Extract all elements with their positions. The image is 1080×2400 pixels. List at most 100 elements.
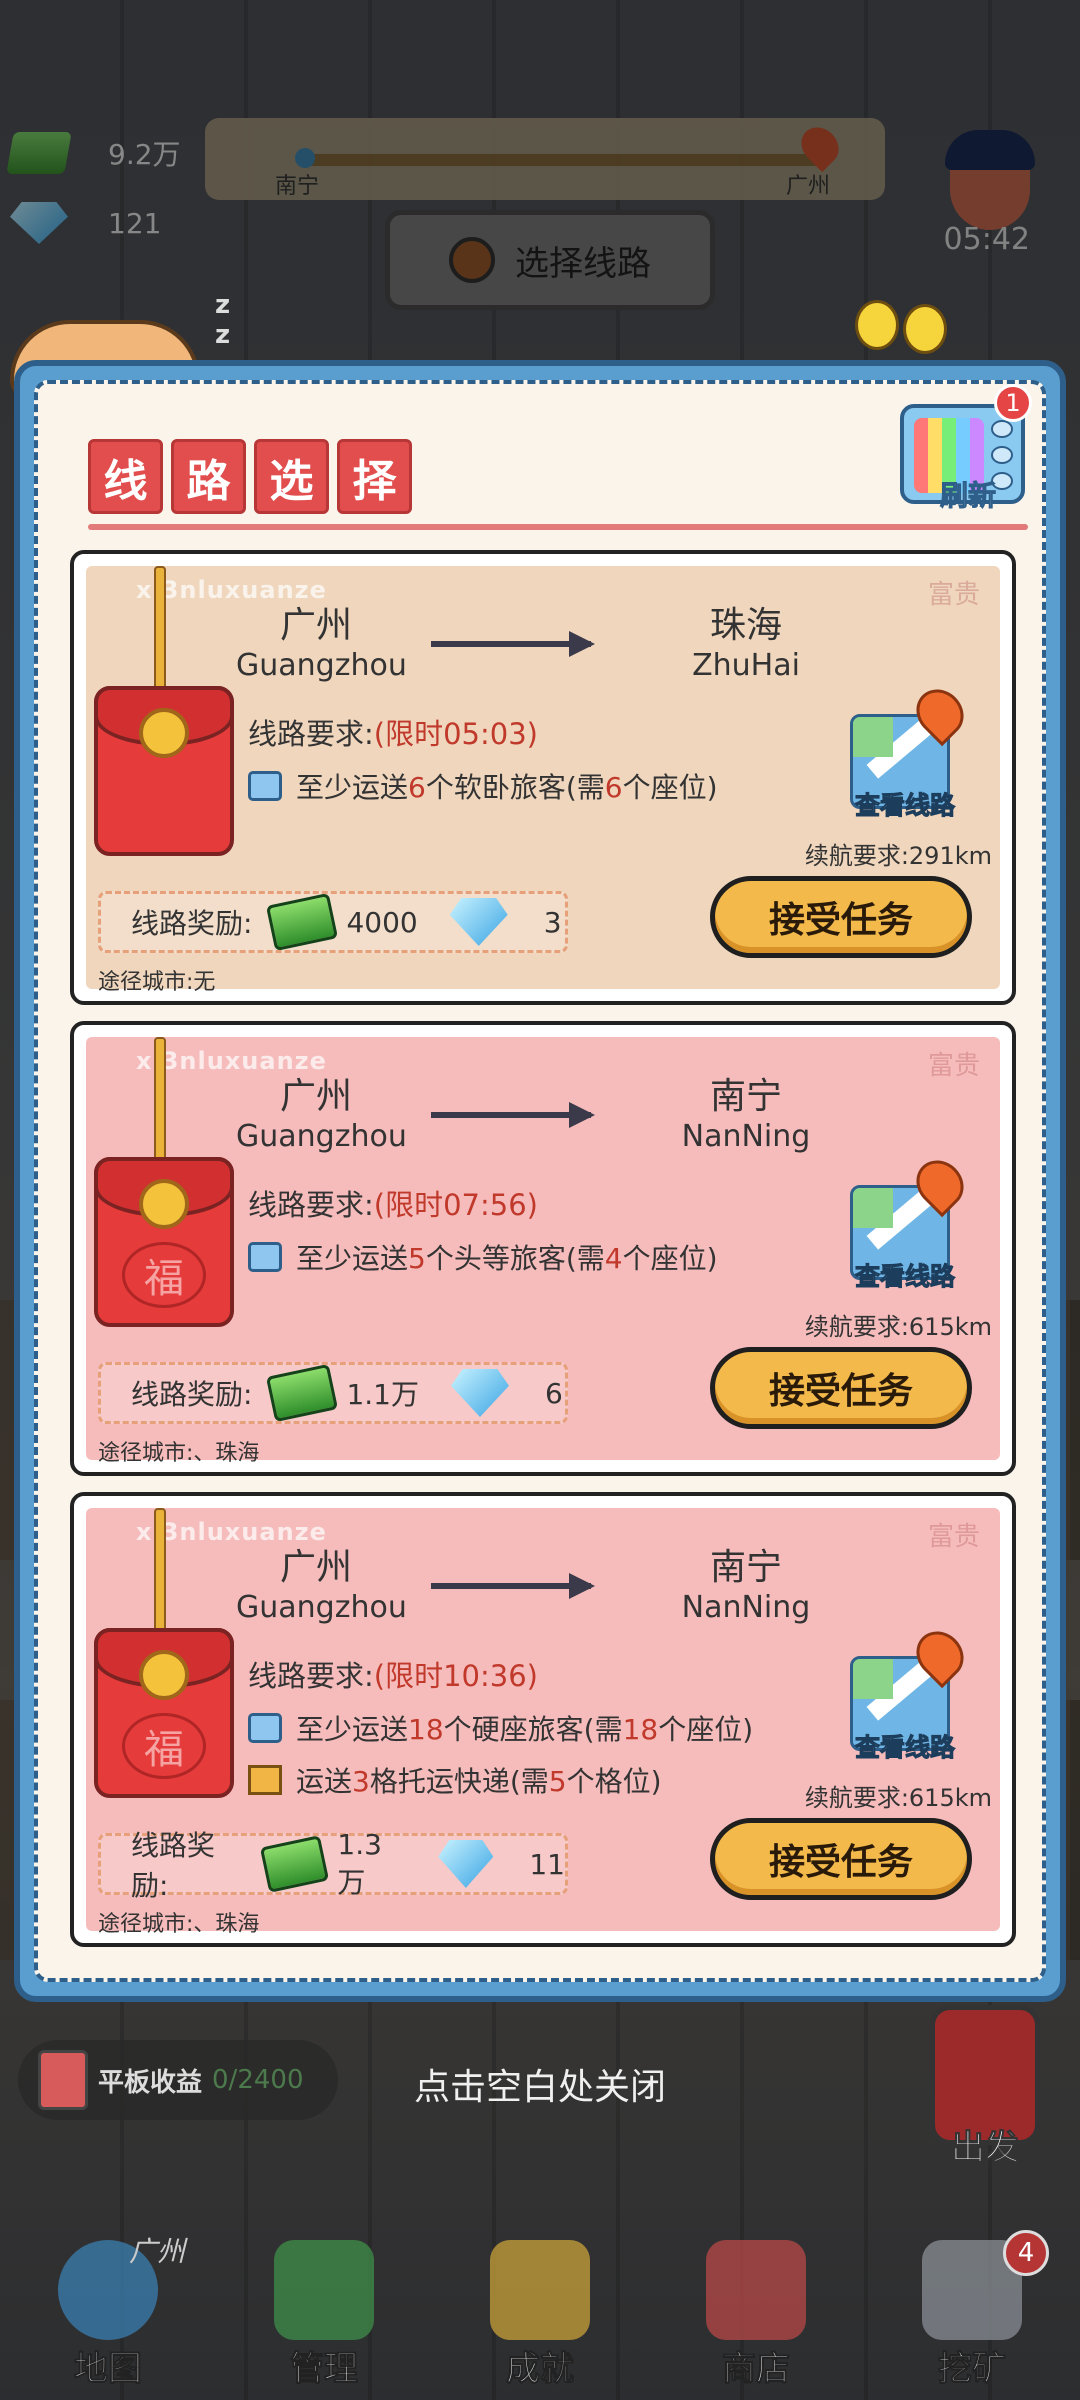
- bottom-tab-bar: 广州 地图 管理 成就 商店 4 挖矿: [0, 2210, 1080, 2400]
- origin-city: 广州 Guangzhou: [236, 1067, 407, 1154]
- reward-cash: 1.3万: [337, 1827, 382, 1899]
- title-char: 择: [337, 439, 412, 514]
- requirement-text: 运送3格托运快递(需5个格位): [296, 1760, 662, 1800]
- requirement-text: 至少运送5个头等旅客(需4个座位): [296, 1237, 718, 1277]
- fortune-envelope-icon: 福: [94, 1508, 234, 1798]
- time-limit: (限时07:56): [373, 1188, 538, 1222]
- requirement-title: 线路要求:(限时05:03): [248, 711, 538, 753]
- req-seat-count: 6: [604, 771, 623, 804]
- requirement-label: 线路要求:: [248, 717, 374, 751]
- requirement-text: 至少运送18个硬座旅客(需18个座位): [296, 1708, 753, 1748]
- tab-label: 挖矿: [938, 2349, 1007, 2390]
- req-passenger-count: 5: [408, 1242, 426, 1275]
- dialog-title: 线 路 选 择: [88, 439, 412, 514]
- via-cities: 途径城市:无: [98, 970, 216, 995]
- view-route-label: 查看线路: [854, 791, 955, 821]
- coin-icon: [139, 708, 189, 758]
- via-cities: 途径城市:、珠海: [98, 1441, 260, 1466]
- req-text: 个硬座旅客(需: [443, 1713, 623, 1746]
- req-seat-count: 4: [604, 1242, 623, 1275]
- reward-label: 线路奖励:: [131, 1829, 216, 1902]
- accept-task-button[interactable]: 接受任务: [710, 1818, 972, 1900]
- tab-achievements[interactable]: 成就: [455, 2220, 625, 2390]
- origin-city: 广州 Guangzhou: [236, 596, 407, 683]
- via-cities: 途径城市:、珠海: [98, 1912, 260, 1937]
- fu-character: 福: [122, 1713, 206, 1779]
- card-paper: xi3nluxuanze 富贵 福 广州 Guangzhou 南宁 NanNin…: [86, 1508, 1000, 1937]
- req-text: 个头等旅客(需: [425, 1242, 605, 1275]
- range-requirement: 续航要求:291km: [804, 842, 992, 870]
- tab-label: 商店: [722, 2349, 791, 2390]
- fu-character: 福: [122, 1242, 206, 1308]
- reward-label: 线路奖励:: [131, 1378, 253, 1411]
- route-card-nanning-1: xi3nluxuanze 富贵 福 广州 Guangzhou 南宁 NanNin…: [70, 1021, 1016, 1476]
- depart-label: 出发: [951, 2128, 1020, 2169]
- title-char: 线: [88, 439, 163, 514]
- depart-button[interactable]: 出发: [920, 2005, 1050, 2175]
- card-paper: xi3nluxuanze 富贵 福 广州 Guangzhou 南宁 NanNin…: [86, 1037, 1000, 1466]
- req-text: 个座位): [658, 1713, 754, 1746]
- envelope-string: [154, 566, 166, 696]
- arrow-right-icon: [431, 1102, 595, 1128]
- destination-city-en: ZhuHai: [692, 648, 800, 683]
- range-requirement: 续航要求:615km: [804, 1784, 992, 1812]
- diamond-icon: [438, 1840, 494, 1888]
- card-paper: xi3nluxuanze 富贵 广州 Guangzhou 珠海 ZhuHai 线…: [86, 566, 1000, 995]
- fortune-envelope-icon: 福: [94, 1037, 234, 1327]
- sleeper-seat-icon: [248, 771, 282, 801]
- destination-city: 南宁 NanNing: [646, 1067, 846, 1154]
- req-text: 个座位): [622, 1242, 718, 1275]
- requirement-passengers: 至少运送6个软卧旅客(需6个座位): [248, 766, 718, 806]
- tab-map[interactable]: 广州 地图: [23, 2220, 193, 2390]
- chicks-decoration: [855, 290, 965, 360]
- mining-badge: 4: [1003, 2230, 1049, 2276]
- tv-knob: [991, 446, 1013, 464]
- view-route-button[interactable]: 查看线路: [848, 679, 974, 821]
- accept-task-button[interactable]: 接受任务: [710, 1347, 972, 1429]
- reward-cash: 1.1万: [346, 1378, 419, 1411]
- tab-mining[interactable]: 4 挖矿: [887, 2220, 1057, 2390]
- destination-city: 珠海 ZhuHai: [646, 596, 846, 683]
- requirement-title: 线路要求:(限时10:36): [248, 1653, 538, 1695]
- chick-icon: [855, 300, 899, 350]
- diamond-icon: [449, 898, 508, 946]
- origin-city-cn: 广州: [279, 605, 352, 646]
- refresh-button[interactable]: 刷新 1: [900, 384, 1032, 514]
- reward-gems: 6: [544, 1376, 563, 1410]
- requirement-passengers: 至少运送18个硬座旅客(需18个座位): [248, 1708, 753, 1748]
- req-text: 格托运快递(需: [369, 1765, 549, 1798]
- current-city-tag: 广州: [128, 2235, 185, 2268]
- route-card-zhuhai: xi3nluxuanze 富贵 广州 Guangzhou 珠海 ZhuHai 线…: [70, 550, 1016, 1005]
- view-route-button[interactable]: 查看线路: [848, 1150, 974, 1292]
- tab-label: 地图: [74, 2349, 143, 2390]
- view-route-button[interactable]: 查看线路: [848, 1621, 974, 1763]
- req-text: 至少运送: [296, 1713, 409, 1746]
- range-requirement: 续航要求:615km: [804, 1313, 992, 1341]
- req-slot-count: 5: [548, 1765, 567, 1798]
- refresh-label: 刷新: [939, 479, 997, 513]
- destination-city-en: NanNing: [681, 1119, 811, 1154]
- title-divider: [88, 524, 1028, 530]
- req-text: 个座位): [622, 771, 718, 804]
- req-text: 个格位): [566, 1765, 662, 1798]
- reward-gems: 3: [543, 905, 562, 939]
- req-text: 个软卧旅客(需: [425, 771, 605, 804]
- arrow-right-icon: [431, 631, 595, 657]
- destination-city-cn: 南宁: [709, 1547, 782, 1588]
- req-passenger-count: 18: [408, 1713, 444, 1746]
- reward-cash: 4000: [346, 905, 418, 939]
- requirement-passengers: 至少运送5个头等旅客(需4个座位): [248, 1237, 718, 1277]
- requirement-title: 线路要求:(限时07:56): [248, 1182, 538, 1224]
- time-limit: (限时05:03): [373, 717, 538, 751]
- title-char: 选: [254, 439, 329, 514]
- req-parcel-count: 3: [352, 1765, 370, 1798]
- parcel-box-icon: [248, 1765, 282, 1795]
- hard-seat-icon: [248, 1713, 282, 1743]
- requirement-text: 至少运送6个软卧旅客(需6个座位): [296, 766, 718, 806]
- tab-manage[interactable]: 管理: [239, 2220, 409, 2390]
- close-hint: 点击空白处关闭: [413, 2067, 666, 2108]
- accept-task-button[interactable]: 接受任务: [710, 876, 972, 958]
- tab-shop[interactable]: 商店: [671, 2220, 841, 2390]
- title-char: 路: [171, 439, 246, 514]
- origin-city-en: Guangzhou: [236, 1119, 407, 1154]
